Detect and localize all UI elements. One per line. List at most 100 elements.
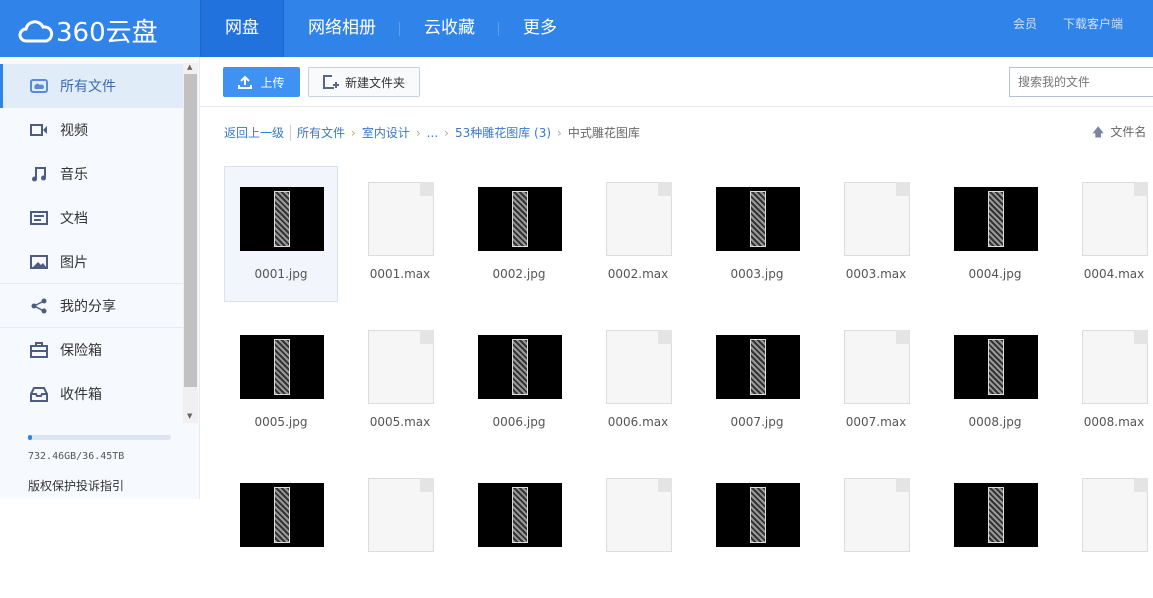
share-icon	[30, 298, 48, 314]
file-name: 0003.max	[845, 267, 907, 281]
file-item[interactable]	[1057, 462, 1153, 598]
upload-button[interactable]: 上传	[223, 67, 300, 97]
sidebar-item-label: 视频	[60, 123, 88, 139]
chevron-right-icon: ›	[444, 125, 449, 140]
image-thumbnail	[240, 335, 324, 399]
file-item[interactable]: 0008.max	[1057, 314, 1153, 450]
file-item[interactable]	[819, 462, 933, 598]
file-grid: 0001.jpg 0001.max 0002.jpg 0002.max 0003.jpg…	[224, 166, 1153, 598]
quota-fill	[28, 435, 32, 440]
upload-label: 上传	[260, 75, 285, 90]
image-thumbnail	[954, 187, 1038, 251]
logo-text: 360云盘	[56, 18, 158, 48]
chevron-right-icon: ›	[351, 125, 356, 140]
safe-icon	[30, 342, 48, 358]
file-name: 0006.max	[607, 415, 669, 429]
file-name: 0008.jpg	[968, 415, 1022, 429]
main-nav: 网盘 网络相册 云收藏 更多	[200, 0, 581, 57]
nav-more[interactable]: 更多	[499, 0, 581, 57]
toolbar: 上传 新建文件夹	[200, 57, 1153, 107]
nav-album[interactable]: 网络相册	[284, 0, 400, 57]
cloud-logo-icon	[18, 19, 54, 42]
file-name: 0007.jpg	[730, 415, 784, 429]
crumb-all-files[interactable]: 所有文件	[297, 124, 345, 141]
new-folder-button[interactable]: 新建文件夹	[308, 67, 420, 97]
document-icon	[30, 210, 48, 226]
file-item[interactable]: 0004.max	[1057, 166, 1153, 302]
sidebar-item-label: 所有文件	[60, 79, 116, 95]
sort-by-name[interactable]: 🡅 文件名	[1092, 123, 1146, 144]
sidebar-scrollbar[interactable]: ▲ ▼	[183, 63, 198, 423]
file-item[interactable]: 0004.jpg	[938, 166, 1052, 302]
image-thumbnail	[478, 335, 562, 399]
sidebar-item-label: 保险箱	[60, 343, 102, 359]
file-item[interactable]: 0003.max	[819, 166, 933, 302]
file-name: 0005.max	[369, 415, 431, 429]
file-item[interactable]	[224, 462, 338, 598]
file-item[interactable]: 0008.jpg	[938, 314, 1052, 450]
image-thumbnail	[478, 187, 562, 251]
file-name: 0006.jpg	[492, 415, 546, 429]
download-client-link[interactable]: 下载客户端	[1063, 0, 1123, 48]
scroll-up-icon[interactable]: ▲	[187, 63, 192, 71]
folder-cloud-icon	[30, 78, 48, 94]
file-name: 0003.jpg	[730, 267, 784, 281]
scrollbar-thumb[interactable]	[184, 74, 197, 387]
sidebar-item-2[interactable]: 音乐	[0, 152, 183, 196]
sidebar-item-1[interactable]: 视频	[0, 108, 183, 152]
inbox-icon	[30, 386, 48, 402]
file-item[interactable]: 0005.max	[343, 314, 457, 450]
member-link[interactable]: 会员	[1013, 0, 1037, 48]
image-thumbnail	[716, 187, 800, 251]
sidebar-item-0[interactable]: 所有文件	[0, 64, 183, 108]
file-item[interactable]	[938, 462, 1052, 598]
crumb-53-library[interactable]: 53种雕花图库 (3)	[455, 124, 551, 141]
image-thumbnail	[240, 187, 324, 251]
sidebar-item-4[interactable]: 图片	[0, 240, 183, 284]
chevron-right-icon: ›	[557, 125, 562, 140]
file-name: 0002.jpg	[492, 267, 546, 281]
video-icon	[30, 122, 48, 138]
image-thumbnail	[954, 335, 1038, 399]
sidebar-item-label: 我的分享	[60, 298, 116, 315]
file-item[interactable]: 0003.jpg	[700, 166, 814, 302]
file-item[interactable]	[581, 462, 695, 598]
file-item[interactable]: 0007.jpg	[700, 314, 814, 450]
back-link[interactable]: 返回上一级	[224, 124, 284, 141]
image-thumbnail	[240, 483, 324, 547]
scroll-down-icon[interactable]: ▼	[187, 412, 192, 420]
file-item[interactable]: 0005.jpg	[224, 314, 338, 450]
logo[interactable]: 360云盘	[18, 12, 158, 49]
file-item[interactable]: 0006.jpg	[462, 314, 576, 450]
sidebar-item-label: 收件箱	[60, 387, 102, 403]
breadcrumb: 返回上一级 所有文件 › 室内设计 › ... › 53种雕花图库 (3) › 中式雕花…	[224, 124, 640, 141]
sidebar-item-label: 音乐	[60, 167, 88, 183]
copyright-link[interactable]: 版权保护投诉指引	[28, 477, 124, 494]
divider	[290, 124, 292, 141]
sidebar-item-3[interactable]: 文档	[0, 196, 183, 240]
file-item[interactable]	[462, 462, 576, 598]
quota-bar	[28, 435, 171, 440]
file-name: 0001.max	[369, 267, 431, 281]
file-item[interactable]: 0001.jpg	[224, 166, 338, 302]
file-item[interactable]: 0007.max	[819, 314, 933, 450]
chevron-right-icon: ›	[415, 125, 421, 140]
sidebar-item-6[interactable]: 保险箱	[0, 328, 183, 372]
nav-netdisk[interactable]: 网盘	[200, 0, 284, 57]
file-item[interactable]: 0002.jpg	[462, 166, 576, 302]
new-folder-icon	[322, 75, 339, 89]
file-item[interactable]	[343, 462, 457, 598]
file-name: 0004.jpg	[968, 267, 1022, 281]
file-item[interactable]: 0002.max	[581, 166, 695, 302]
file-item[interactable]: 0006.max	[581, 314, 695, 450]
crumb-ellipsis[interactable]: ...	[427, 126, 438, 140]
file-item[interactable]: 0001.max	[343, 166, 457, 302]
nav-favorites[interactable]: 云收藏	[400, 0, 499, 57]
sidebar-item-7[interactable]: 收件箱	[0, 372, 183, 416]
image-icon	[30, 254, 48, 270]
sidebar-item-5[interactable]: 我的分享	[0, 284, 183, 328]
file-item[interactable]	[700, 462, 814, 598]
crumb-interior[interactable]: 室内设计	[362, 124, 410, 141]
top-header: 360云盘 网盘 网络相册 云收藏 更多 会员 下载客户端	[0, 0, 1153, 57]
search-input[interactable]	[1009, 67, 1153, 97]
